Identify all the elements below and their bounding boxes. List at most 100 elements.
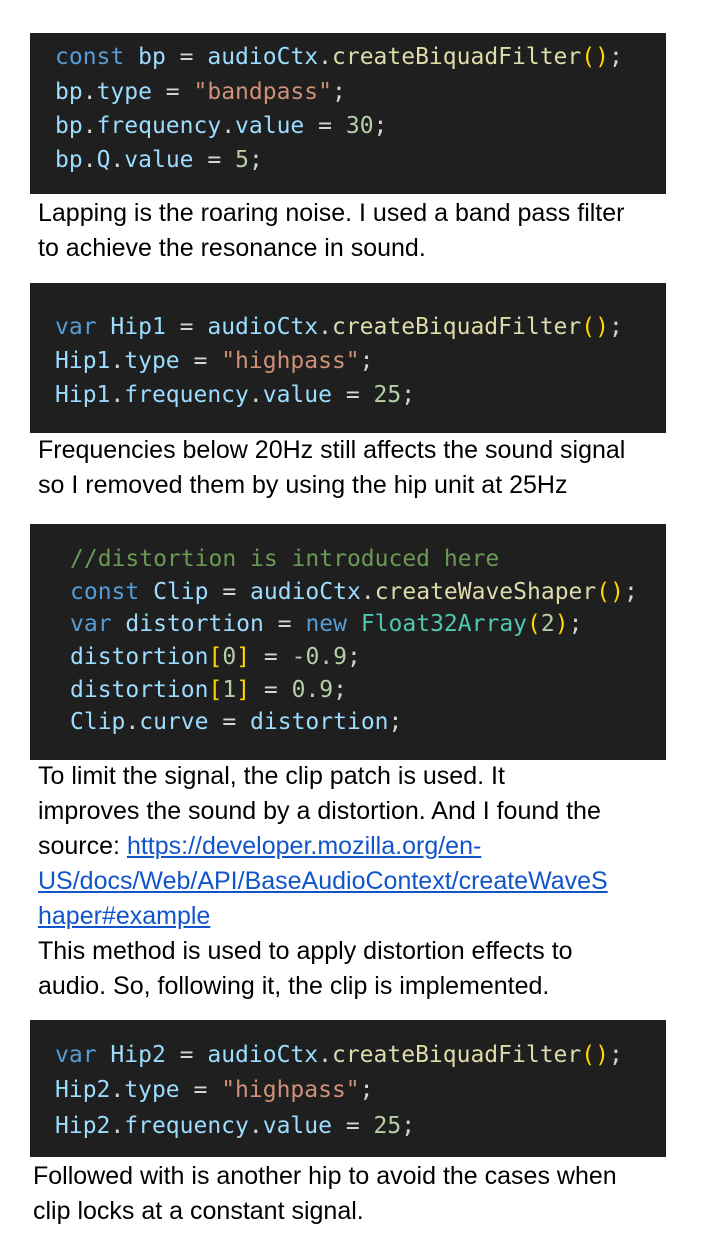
identifier-token: Hip2: [55, 1077, 111, 1103]
number-token: 2: [540, 611, 555, 637]
punctuation-token: .: [110, 1113, 125, 1139]
text-line: so I removed them by using the hip unit …: [38, 471, 568, 499]
text-line: improves the sound by a distortion. And …: [38, 797, 601, 825]
punctuation-token: =: [331, 1113, 374, 1139]
number-token: 1: [222, 677, 237, 703]
source-link[interactable]: haper#example: [38, 902, 210, 930]
comment-token: //distortion is introduced here: [70, 546, 500, 572]
function-token: createBiquadFilter: [332, 44, 582, 70]
number-token: 0.9: [291, 677, 334, 703]
punctuation-token: .: [318, 314, 332, 340]
identifier-token: Hip1: [110, 314, 166, 340]
bracket-token: (): [581, 314, 609, 340]
punctuation-token: .: [110, 348, 125, 374]
punctuation-token: ;: [359, 348, 374, 374]
paragraph-highpass-1: Frequencies below 20Hz still affects the…: [38, 433, 625, 503]
function-token: createBiquadFilter: [331, 314, 582, 340]
keyword-token: new: [305, 611, 347, 637]
punctuation-token: .: [82, 113, 97, 139]
punctuation-token: .: [125, 709, 140, 735]
punctuation-token: .: [110, 1077, 125, 1103]
identifier-token: Clip: [153, 579, 209, 605]
punctuation-token: ;: [608, 314, 623, 340]
punctuation-token: [124, 44, 138, 70]
punctuation-token: =: [179, 1077, 222, 1103]
identifier-token: value: [262, 382, 332, 408]
bracket-token: (): [581, 44, 609, 70]
string-token: "bandpass": [193, 79, 332, 105]
code-line: Hip1.type = "highpass";: [55, 350, 374, 373]
code-line: bp.frequency.value = 30;: [55, 115, 387, 138]
code-block-clip: //distortion is introduced here const Cl…: [30, 524, 666, 760]
identifier-token: distortion: [250, 709, 389, 735]
punctuation-token: ;: [401, 382, 416, 408]
source-label: source:: [38, 832, 127, 860]
string-token: "highpass": [221, 348, 360, 374]
punctuation-token: =: [208, 709, 251, 735]
identifier-token: audioCtx: [207, 314, 319, 340]
punctuation-token: .: [248, 382, 263, 408]
keyword-token: const: [55, 44, 125, 70]
text-line-with-link: haper#example: [38, 899, 608, 934]
identifier-token: audioCtx: [207, 44, 319, 70]
class-token: Float32Array: [360, 611, 528, 637]
punctuation-token: ;: [568, 611, 583, 637]
code-line: const bp = audioCtx.createBiquadFilter()…: [55, 46, 623, 69]
keyword-token: var: [55, 314, 97, 340]
keyword-token: var: [55, 1042, 97, 1068]
code-line: Clip.curve = distortion;: [70, 711, 402, 734]
punctuation-token: =: [193, 147, 236, 173]
punctuation-token: .: [82, 147, 97, 173]
identifier-token: bp: [55, 147, 83, 173]
identifier-token: bp: [55, 79, 83, 105]
code-line: var Hip1 = audioCtx.createBiquadFilter()…: [55, 316, 623, 339]
punctuation-token: ;: [248, 147, 263, 173]
punctuation-token: [139, 579, 153, 605]
identifier-token: Hip2: [110, 1042, 166, 1068]
identifier-token: value: [235, 113, 305, 139]
identifier-token: audioCtx: [207, 1042, 319, 1068]
keyword-token: var: [70, 611, 112, 637]
code-line: bp.type = "bandpass";: [55, 81, 346, 104]
bracket-token: [: [208, 677, 223, 703]
punctuation-token: [97, 314, 111, 340]
source-link[interactable]: US/docs/Web/API/BaseAudioContext/createW…: [38, 867, 608, 895]
identifier-token: type: [124, 348, 180, 374]
punctuation-token: .: [318, 1042, 332, 1068]
paragraph-highpass-2: Followed with is another hip to avoid th…: [33, 1159, 617, 1229]
text-line: audio. So, following it, the clip is imp…: [38, 972, 550, 1000]
punctuation-token: .: [318, 44, 332, 70]
text-line: to achieve the resonance in sound.: [38, 234, 426, 262]
function-token: createBiquadFilter: [331, 1042, 582, 1068]
code-line: Hip2.type = "highpass";: [55, 1079, 374, 1102]
identifier-token: distortion: [70, 644, 209, 670]
text-line: To limit the signal, the clip patch is u…: [38, 762, 505, 790]
punctuation-token: ;: [333, 677, 348, 703]
punctuation-token: .: [110, 147, 125, 173]
identifier-token: distortion: [125, 611, 264, 637]
bracket-token: [: [208, 644, 223, 670]
bracket-token: ): [554, 611, 569, 637]
punctuation-token: ;: [388, 709, 403, 735]
source-link[interactable]: https://developer.mozilla.org/en-: [127, 832, 481, 860]
punctuation-token: .: [221, 113, 236, 139]
keyword-token: const: [70, 579, 140, 605]
text-line: Lapping is the roaring noise. I used a b…: [38, 199, 625, 227]
identifier-token: curve: [139, 709, 209, 735]
identifier-token: Hip1: [55, 348, 111, 374]
identifier-token: frequency: [96, 113, 222, 139]
code-line: distortion[0] = -0.9;: [70, 646, 361, 669]
punctuation-token: ;: [608, 1042, 623, 1068]
punctuation-token: ;: [401, 1113, 416, 1139]
code-block-highpass-1: var Hip1 = audioCtx.createBiquadFilter()…: [30, 283, 666, 433]
punctuation-token: =: [304, 113, 346, 139]
punctuation-token: ;: [347, 644, 361, 670]
function-token: createWaveShaper: [374, 579, 597, 605]
identifier-token: Clip: [70, 709, 126, 735]
identifier-token: value: [124, 147, 194, 173]
punctuation-token: [347, 611, 361, 637]
text-line: clip locks at a constant signal.: [33, 1197, 364, 1225]
string-token: "highpass": [221, 1077, 360, 1103]
code-line: var Hip2 = audioCtx.createBiquadFilter()…: [55, 1044, 623, 1067]
identifier-token: type: [96, 79, 152, 105]
